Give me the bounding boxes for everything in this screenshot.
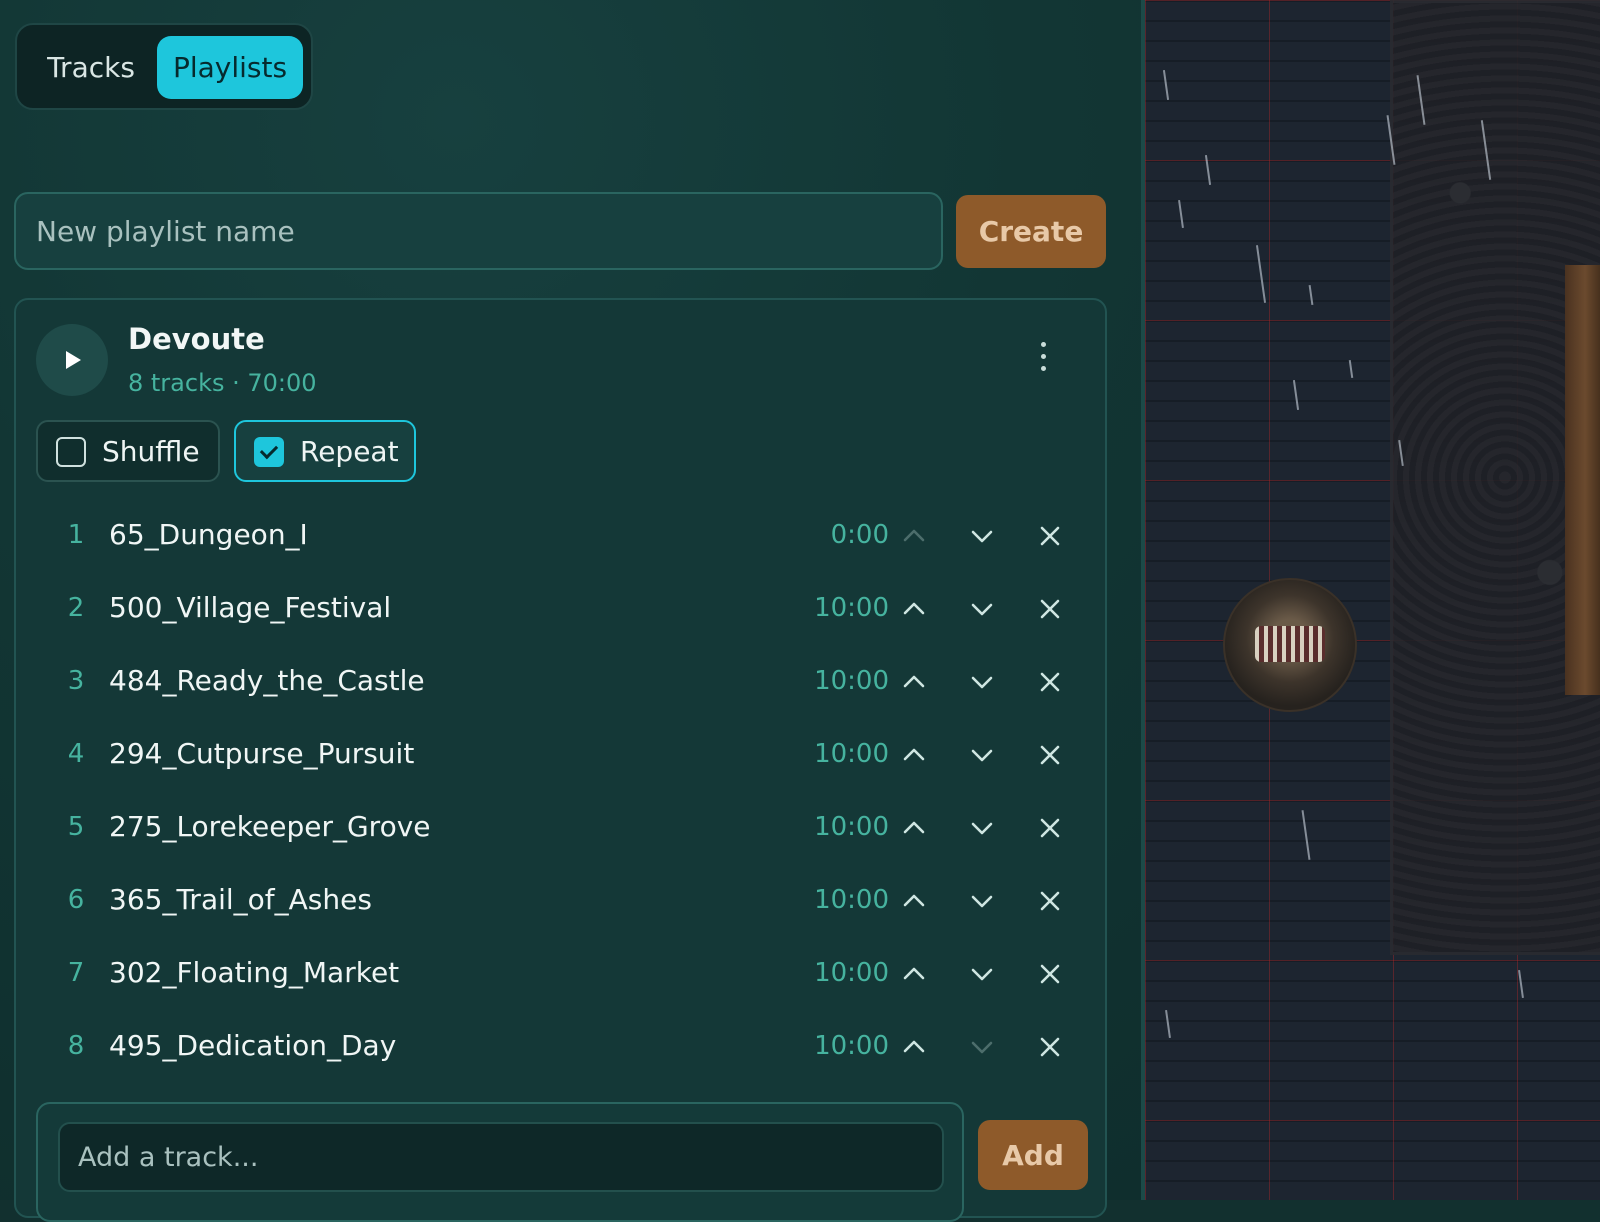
track-number: 7 xyxy=(67,958,85,988)
add-track-input[interactable] xyxy=(58,1122,944,1192)
track-name: 65_Dungeon_I xyxy=(109,518,308,551)
close-icon[interactable] xyxy=(1030,1027,1070,1067)
track-number: 1 xyxy=(67,520,85,550)
add-track-area xyxy=(36,1102,964,1222)
tab-tracks[interactable]: Tracks xyxy=(31,36,151,99)
chevron-up-icon[interactable] xyxy=(894,808,934,848)
track-row[interactable]: 3 484_Ready_the_Castle 10:00 xyxy=(16,646,1105,718)
shuffle-toggle[interactable]: Shuffle xyxy=(36,420,220,482)
close-icon[interactable] xyxy=(1030,735,1070,775)
track-name: 365_Trail_of_Ashes xyxy=(109,883,372,916)
close-icon[interactable] xyxy=(1030,954,1070,994)
shuffle-label: Shuffle xyxy=(102,435,200,468)
create-playlist-button[interactable]: Create xyxy=(956,195,1106,268)
playlist-panel: Tracks Playlists Create Devoute 8 tracks… xyxy=(0,0,1145,1222)
chevron-down-icon[interactable] xyxy=(962,589,1002,629)
repeat-toggle[interactable]: Repeat xyxy=(234,420,416,482)
track-number: 8 xyxy=(67,1031,85,1061)
track-number: 5 xyxy=(67,812,85,842)
track-duration: 10:00 xyxy=(814,1031,889,1061)
map-view xyxy=(1145,0,1600,1200)
track-number: 2 xyxy=(67,593,85,623)
chevron-down-icon[interactable] xyxy=(962,808,1002,848)
chevron-up-icon[interactable] xyxy=(894,1027,934,1067)
track-duration: 10:00 xyxy=(814,958,889,988)
chevron-down-icon[interactable] xyxy=(962,954,1002,994)
track-number: 3 xyxy=(67,666,85,696)
close-icon[interactable] xyxy=(1030,662,1070,702)
track-row[interactable]: 5 275_Lorekeeper_Grove 10:00 xyxy=(16,792,1105,864)
playlist-meta: 8 tracks · 70:00 xyxy=(128,369,317,397)
add-track-button[interactable]: Add xyxy=(978,1120,1088,1190)
playlist-title: Devoute xyxy=(128,322,265,356)
chevron-down-icon[interactable] xyxy=(962,516,1002,556)
chevron-down-icon[interactable] xyxy=(962,735,1002,775)
repeat-checkbox[interactable] xyxy=(254,437,284,467)
chevron-up-icon[interactable] xyxy=(894,735,934,775)
track-name: 500_Village_Festival xyxy=(109,591,392,624)
play-icon[interactable] xyxy=(36,324,108,396)
track-duration: 10:00 xyxy=(814,739,889,769)
chevron-down-icon[interactable] xyxy=(962,881,1002,921)
track-number: 6 xyxy=(67,885,85,915)
track-duration: 10:00 xyxy=(814,812,889,842)
track-row[interactable]: 8 495_Dedication_Day 10:00 xyxy=(16,1011,1105,1083)
track-name: 495_Dedication_Day xyxy=(109,1029,397,1062)
track-duration: 10:00 xyxy=(814,593,889,623)
close-icon[interactable] xyxy=(1030,881,1070,921)
shuffle-checkbox[interactable] xyxy=(56,437,86,467)
close-icon[interactable] xyxy=(1030,808,1070,848)
chevron-up-icon[interactable] xyxy=(894,954,934,994)
view-tabs: Tracks Playlists xyxy=(15,23,313,110)
tab-playlists[interactable]: Playlists xyxy=(157,36,303,99)
chevron-down-icon[interactable] xyxy=(962,662,1002,702)
track-name: 302_Floating_Market xyxy=(109,956,400,989)
track-row[interactable]: 2 500_Village_Festival 10:00 xyxy=(16,573,1105,645)
track-row[interactable]: 6 365_Trail_of_Ashes 10:00 xyxy=(16,865,1105,937)
wooden-door xyxy=(1565,265,1600,695)
close-icon[interactable] xyxy=(1030,589,1070,629)
chevron-down-icon[interactable] xyxy=(962,1027,1002,1067)
chevron-up-icon[interactable] xyxy=(894,589,934,629)
playlist-card: Devoute 8 tracks · 70:00 Shuffle Repeat … xyxy=(14,298,1107,1222)
repeat-label: Repeat xyxy=(300,435,399,468)
track-duration: 10:00 xyxy=(814,666,889,696)
track-name: 484_Ready_the_Castle xyxy=(109,664,425,697)
track-row[interactable]: 7 302_Floating_Market 10:00 xyxy=(16,938,1105,1010)
more-vertical-icon[interactable] xyxy=(1036,342,1050,378)
chevron-up-icon[interactable] xyxy=(894,516,934,556)
chevron-up-icon[interactable] xyxy=(894,662,934,702)
track-duration: 0:00 xyxy=(830,520,889,550)
track-duration: 10:00 xyxy=(814,885,889,915)
track-number: 4 xyxy=(67,739,85,769)
track-row[interactable]: 4 294_Cutpurse_Pursuit 10:00 xyxy=(16,719,1105,791)
track-row[interactable]: 1 65_Dungeon_I 0:00 xyxy=(16,500,1105,572)
chevron-up-icon[interactable] xyxy=(894,881,934,921)
mimic-token[interactable] xyxy=(1223,578,1357,712)
track-name: 294_Cutpurse_Pursuit xyxy=(109,737,415,770)
track-name: 275_Lorekeeper_Grove xyxy=(109,810,431,843)
close-icon[interactable] xyxy=(1030,516,1070,556)
new-playlist-name-input[interactable] xyxy=(14,192,943,270)
